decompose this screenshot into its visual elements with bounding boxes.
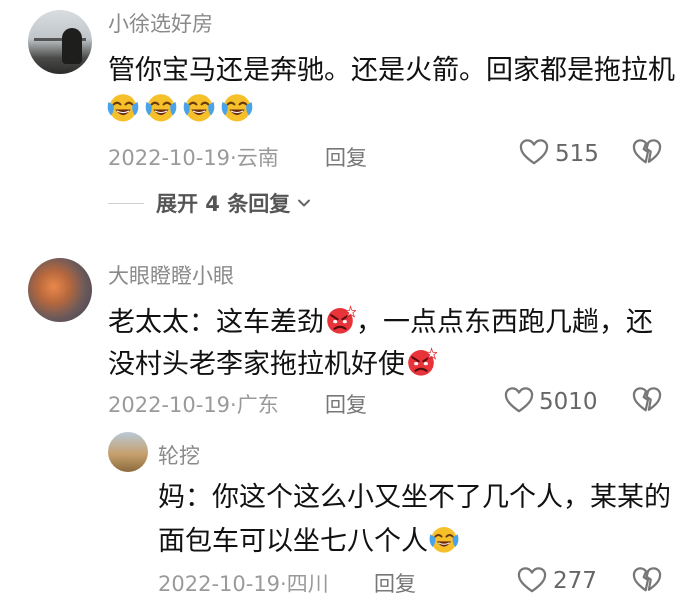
broken-heart-icon[interactable] bbox=[632, 138, 662, 166]
like-count: 277 bbox=[553, 568, 597, 594]
comment-meta: 2022-10-19·云南 bbox=[108, 142, 279, 172]
crying-laughing-icon bbox=[182, 90, 216, 124]
comment-text-line: 没村头老李家拖拉机好使 bbox=[108, 346, 437, 378]
reply-text: 妈：你这个这么小又坐不了几个人，某某的 bbox=[158, 482, 671, 513]
reply-text: 面包车可以坐七八个人 bbox=[158, 526, 428, 557]
comment-username[interactable]: 大眼瞪瞪小眼 bbox=[108, 260, 234, 290]
reply-username[interactable]: 轮挖 bbox=[158, 440, 200, 470]
separator: · bbox=[280, 572, 287, 596]
crying-laughing-icon bbox=[220, 90, 254, 124]
crying-laughing-icon bbox=[428, 523, 460, 555]
comment-location: 云南 bbox=[236, 146, 279, 170]
comment-text: 老太太：这车差劲 bbox=[108, 307, 324, 338]
heart-icon[interactable] bbox=[519, 138, 549, 166]
broken-heart-icon[interactable] bbox=[632, 386, 662, 414]
avatar[interactable] bbox=[108, 432, 148, 472]
like-count: 515 bbox=[555, 141, 599, 167]
separator: · bbox=[230, 146, 237, 170]
comment-text: 没村头老李家拖拉机好使 bbox=[108, 349, 405, 380]
expand-replies-button[interactable]: 展开 4 条回复 bbox=[108, 188, 312, 218]
reply-meta: 2022-10-19·四川 bbox=[158, 568, 329, 598]
crying-laughing-icon bbox=[106, 90, 140, 124]
separator: · bbox=[230, 393, 237, 417]
comment-text-line: 老太太：这车差劲 ，一点点东西跑几趟，还 bbox=[108, 304, 653, 336]
avatar[interactable] bbox=[28, 10, 92, 74]
reply-button[interactable]: 回复 bbox=[325, 142, 367, 172]
crying-laughing-icon bbox=[144, 90, 178, 124]
reply-text-line: 面包车可以坐七八个人 bbox=[158, 523, 460, 555]
divider bbox=[108, 202, 144, 204]
expand-replies-label: 展开 4 条回复 bbox=[156, 192, 291, 216]
chevron-down-icon bbox=[296, 195, 312, 211]
comment-date: 2022-10-19 bbox=[108, 393, 231, 417]
comment-date: 2022-10-19 bbox=[108, 146, 231, 170]
reply-button[interactable]: 回复 bbox=[325, 389, 367, 419]
like-count: 5010 bbox=[539, 389, 598, 415]
comment-username[interactable]: 小徐选好房 bbox=[108, 8, 213, 38]
reply-location: 四川 bbox=[286, 572, 329, 596]
comment-text: ，一点点东西跑几趟，还 bbox=[356, 307, 653, 338]
emoji-row bbox=[106, 90, 254, 124]
heart-icon[interactable] bbox=[517, 566, 547, 594]
reply-button[interactable]: 回复 bbox=[374, 568, 416, 598]
angry-face-icon bbox=[324, 304, 356, 336]
avatar[interactable] bbox=[28, 258, 92, 322]
comment-text: 管你宝马还是奔驰。还是火箭。回家都是拖拉机 bbox=[108, 55, 675, 86]
comment-location: 广东 bbox=[236, 393, 279, 417]
broken-heart-icon[interactable] bbox=[632, 566, 662, 594]
angry-face-icon bbox=[405, 346, 437, 378]
heart-icon[interactable] bbox=[504, 386, 534, 414]
reply-date: 2022-10-19 bbox=[158, 572, 281, 596]
comment-meta: 2022-10-19·广东 bbox=[108, 389, 279, 419]
